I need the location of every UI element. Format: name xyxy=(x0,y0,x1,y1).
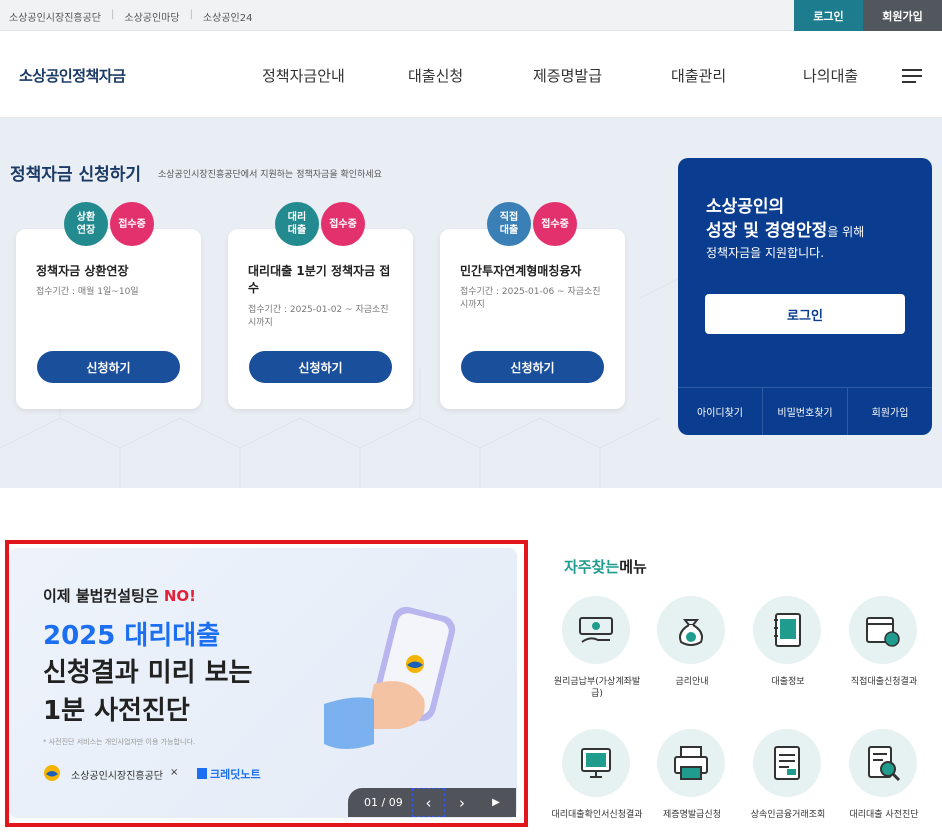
prev-slide-button[interactable]: ‹ xyxy=(412,788,445,817)
fav-label: 제증명발급신청 xyxy=(663,810,721,820)
nav-loan-apply[interactable]: 대출신청 xyxy=(408,65,463,86)
divider: | xyxy=(111,9,115,20)
banner-partner: 크레딧노트 xyxy=(197,766,261,782)
card-period: 접수기간 : 2025-01-02 ~ 자금소진 시까지 xyxy=(248,305,389,328)
card-title: 정책자금 상환연장 xyxy=(36,264,129,278)
panel-heading: 소상공인의 xyxy=(706,197,785,217)
money-hand-icon xyxy=(562,596,630,664)
banner-x: × xyxy=(170,767,179,778)
site-logo[interactable]: 소상공인정책자금 xyxy=(19,65,126,86)
badge-status: 접수중 xyxy=(110,202,154,246)
find-password-link[interactable]: 비밀번호찾기 xyxy=(763,388,848,435)
badge-status: 접수중 xyxy=(533,202,577,246)
login-panel: 소상공인의 성장 및 경영안정을 위해 정책자금을 지원합니다. 로그인 아이디… xyxy=(678,158,932,435)
card-title: 민간투자연계형매칭융자 xyxy=(460,264,582,278)
find-id-link[interactable]: 아이디찾기 xyxy=(678,388,763,435)
banner-title-3: 1분 사전진단 xyxy=(43,696,190,726)
banner-org: 소상공인시장진흥공단 xyxy=(71,771,163,782)
favorites-title: 자주찾는메뉴 xyxy=(564,558,647,576)
banner-title-1: 2025 대리대출 xyxy=(43,621,221,651)
divider: | xyxy=(189,9,193,20)
fav-label: 대리대출 사전진단 xyxy=(849,810,919,820)
nav-loan-manage[interactable]: 대출관리 xyxy=(671,65,726,86)
apply-button[interactable]: 신청하기 xyxy=(37,351,180,383)
panel-heading-2: 성장 및 경영안정을 위해 xyxy=(706,221,865,241)
panel-login-button[interactable]: 로그인 xyxy=(705,294,905,334)
site-header: 소상공인정책자금 정책자금안내 대출신청 제증명발급 대출관리 나의대출 xyxy=(0,31,942,118)
hamburger-menu-icon[interactable] xyxy=(902,69,922,83)
promo-banner[interactable]: 이제 불법컨설팅은 NO! 2025 대리대출 신청결과 미리 보는 1분 사전… xyxy=(9,548,517,818)
panel-join-link[interactable]: 회원가입 xyxy=(848,388,932,435)
account-links: 아이디찾기 비밀번호찾기 회원가입 xyxy=(678,387,932,435)
link-semas[interactable]: 소상공인시장진흥공단 xyxy=(9,9,101,24)
badge-status: 접수중 xyxy=(321,202,365,246)
document-icon xyxy=(753,729,821,797)
section-title: 정책자금 신청하기 xyxy=(10,165,142,185)
notebook-icon xyxy=(753,596,821,664)
apply-button[interactable]: 신청하기 xyxy=(461,351,604,383)
semas-logo-icon xyxy=(44,765,60,781)
money-bag-icon xyxy=(657,596,725,664)
section-subtitle: 소상공인시장진흥공단에서 지원하는 정책자금을 확인하세요 xyxy=(158,170,382,180)
fund-card-matching-loan: 민간투자연계형매칭융자 접수기간 : 2025-01-06 ~ 자금소진 시까지… xyxy=(440,229,625,409)
hand-phone-illustration xyxy=(324,606,456,749)
fund-card-repayment-extension: 정책자금 상환연장 접수기간 : 매월 1일~10일 신청하기 xyxy=(16,229,201,409)
play-button[interactable]: ▶ xyxy=(481,788,511,817)
nav-policy-fund[interactable]: 정책자금안내 xyxy=(262,65,345,86)
banner-note: * 사전진단 서비스는 개인사업자만 이용 가능합니다. xyxy=(43,738,196,746)
fund-card-agency-loan: 대리대출 1분기 정책자금 접수 접수기간 : 2025-01-02 ~ 자금소… xyxy=(228,229,413,409)
card-title: 대리대출 1분기 정책자금 접수 xyxy=(248,264,391,295)
link-sbiz24[interactable]: 소상공인24 xyxy=(203,9,253,24)
card-period: 접수기간 : 매월 1일~10일 xyxy=(36,287,139,297)
top-login-button[interactable]: 로그인 xyxy=(794,0,863,31)
fav-label: 대출정보 xyxy=(771,677,805,687)
top-join-button[interactable]: 회원가입 xyxy=(863,0,942,31)
badge-loan-type: 상환 연장 xyxy=(64,202,108,246)
fav-label: 대리대출확인서신청결과 xyxy=(551,810,643,820)
next-slide-button[interactable]: › xyxy=(447,788,477,817)
panel-description: 정책자금을 지원합니다. xyxy=(706,246,825,260)
pager-count: 01 / 09 xyxy=(364,796,403,809)
fav-label: 직접대출신청결과 xyxy=(850,677,918,687)
doc-search-icon xyxy=(849,729,917,797)
printer-icon xyxy=(657,729,725,797)
badge-loan-type: 대리 대출 xyxy=(275,202,319,246)
nav-my-loan[interactable]: 나의대출 xyxy=(803,65,858,86)
link-sbiz-madang[interactable]: 소상공인마당 xyxy=(124,9,179,24)
banner-pager: 01 / 09 ‹ › ▶ xyxy=(348,788,516,817)
fav-label: 상속인금융거래조회 xyxy=(750,810,826,820)
utility-links: 소상공인시장진흥공단 | 소상공인마당 | 소상공인24 xyxy=(9,9,252,24)
utility-bar: 소상공인시장진흥공단 | 소상공인마당 | 소상공인24 로그인 회원가입 xyxy=(0,0,942,31)
monitor-icon xyxy=(562,729,630,797)
nav-certificate[interactable]: 제증명발급 xyxy=(533,65,602,86)
fav-label: 금리안내 xyxy=(675,677,709,687)
card-period: 접수기간 : 2025-01-06 ~ 자금소진 시까지 xyxy=(460,287,601,310)
fav-label: 원리금납부(가상계좌발급) xyxy=(553,677,641,699)
calendar-clock-icon xyxy=(849,596,917,664)
hero-section: 정책자금 신청하기 소상공인시장진흥공단에서 지원하는 정책자금을 확인하세요 … xyxy=(0,118,942,488)
apply-button[interactable]: 신청하기 xyxy=(249,351,392,383)
badge-loan-type: 직접 대출 xyxy=(487,202,531,246)
banner-title-2: 신청결과 미리 보는 xyxy=(43,658,253,688)
banner-headline: 이제 불법컨설팅은 NO! xyxy=(43,587,197,605)
